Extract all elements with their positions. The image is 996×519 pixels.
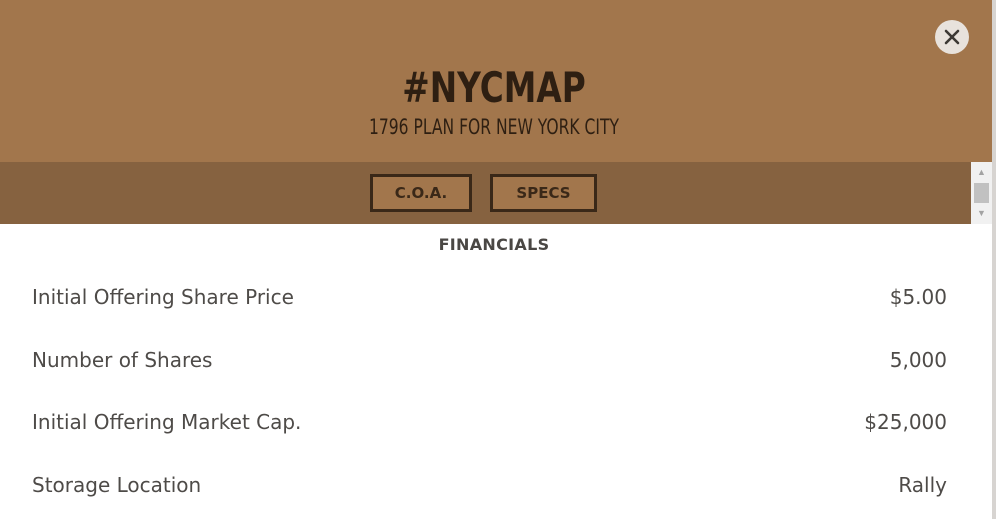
close-button[interactable]	[935, 20, 969, 54]
financial-label: Number of Shares	[32, 348, 213, 372]
item-detail-modal: #NYCMAP 1796 PLAN FOR NEW YORK CITY C.O.…	[0, 0, 996, 519]
tab-coa[interactable]: C.O.A.	[370, 174, 472, 212]
scroll-thumb[interactable]	[974, 183, 989, 203]
financial-label: Initial Offering Market Cap.	[32, 410, 302, 434]
tab-bar: C.O.A. SPECS	[0, 162, 971, 224]
scrollbar[interactable]: ▲ ▼	[971, 162, 992, 224]
scroll-up-arrow-icon[interactable]: ▲	[971, 164, 992, 181]
page-title: #NYCMAP	[402, 63, 586, 112]
page-subtitle: 1796 PLAN FOR NEW YORK CITY	[369, 115, 619, 139]
section-heading: FINANCIALS	[438, 235, 550, 254]
close-icon	[944, 29, 960, 45]
financial-label: Initial Offering Share Price	[32, 285, 294, 309]
financial-label: Storage Location	[32, 473, 202, 497]
financial-value: 5,000	[889, 348, 947, 372]
financial-row: Number of Shares 5,000	[32, 345, 947, 375]
financial-row: Storage Location Rally	[32, 470, 947, 500]
financial-row: Initial Offering Market Cap. $25,000	[32, 407, 947, 437]
scroll-down-arrow-icon[interactable]: ▼	[971, 205, 992, 222]
financial-value: Rally	[898, 473, 947, 497]
financial-value: $5.00	[889, 285, 947, 309]
tab-specs[interactable]: SPECS	[490, 174, 597, 212]
financial-value: $25,000	[864, 410, 947, 434]
window-edge	[992, 0, 996, 519]
financial-row: Initial Offering Share Price $5.00	[32, 282, 947, 312]
modal-header: #NYCMAP 1796 PLAN FOR NEW YORK CITY	[0, 0, 996, 162]
